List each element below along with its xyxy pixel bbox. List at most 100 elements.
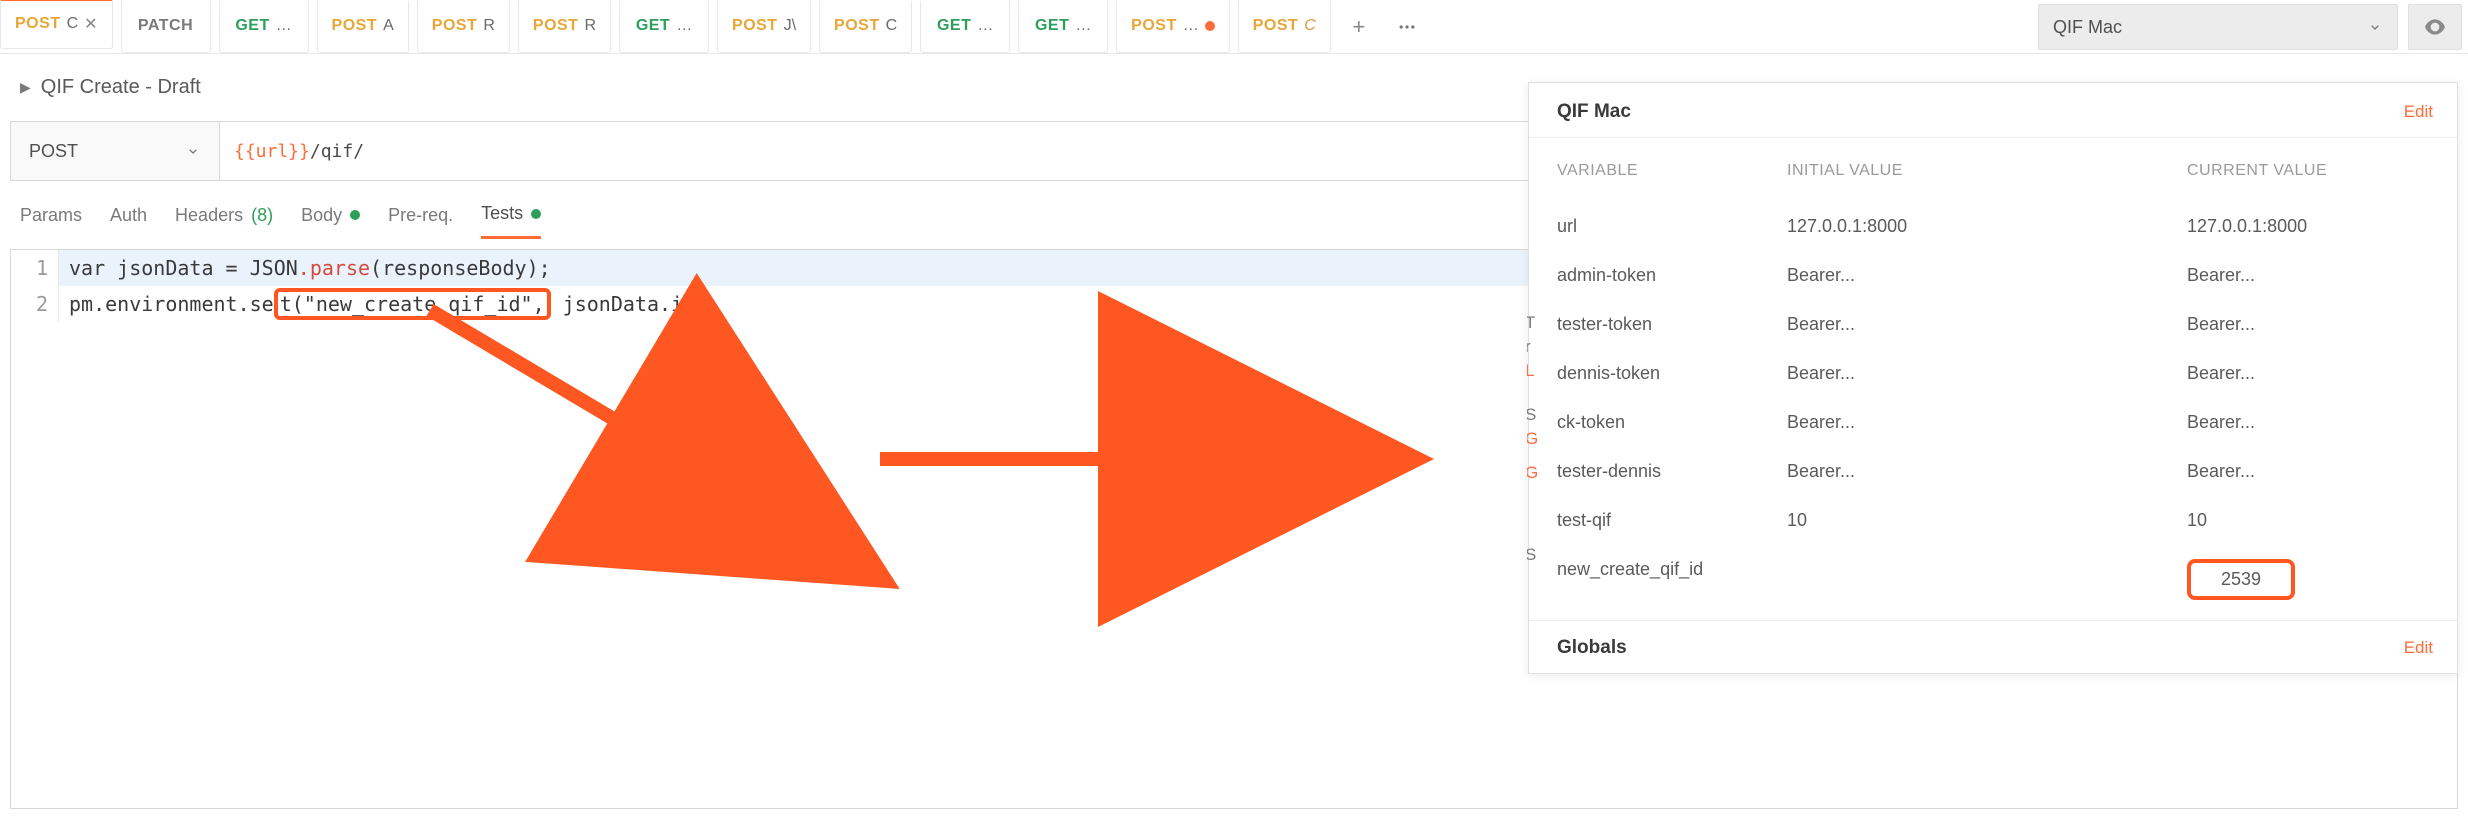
- environment-selector-label: QIF Mac: [2053, 17, 2122, 38]
- request-tab[interactable]: POST R: [518, 1, 611, 53]
- tab-name: C: [67, 15, 79, 33]
- env-variable-name: url: [1557, 216, 1787, 237]
- env-variable-row: test-qif1010: [1557, 496, 2429, 545]
- environment-popover: T r L S G G S QIF Mac Edit VARIABLE INIT…: [1528, 82, 2458, 674]
- env-popover-footer: Globals Edit: [1529, 620, 2457, 673]
- request-tab[interactable]: POST A: [317, 1, 409, 53]
- tab-prerequest[interactable]: Pre-req.: [388, 205, 453, 238]
- new-tab-button[interactable]: +: [1339, 14, 1379, 40]
- request-tab[interactable]: POST C: [1238, 1, 1331, 53]
- env-initial-value: 127.0.0.1:8000: [1787, 216, 2187, 237]
- green-dot-icon: [350, 210, 360, 220]
- env-variable-row: dennis-tokenBearer...Bearer...: [1557, 349, 2429, 398]
- url-suffix: /qif/: [310, 141, 364, 162]
- request-tab[interactable]: POST …: [1116, 1, 1230, 53]
- th-initial: INITIAL VALUE: [1787, 162, 2187, 180]
- tab-name: C: [886, 17, 898, 35]
- env-variable-row: ck-tokenBearer...Bearer...: [1557, 398, 2429, 447]
- tab-tests[interactable]: Tests: [481, 203, 541, 239]
- env-initial-value: [1787, 559, 2187, 600]
- request-tab[interactable]: GET …: [1018, 1, 1108, 53]
- request-tab[interactable]: POST R: [417, 1, 510, 53]
- tab-name: R: [483, 17, 495, 35]
- tab-name: A: [383, 17, 394, 35]
- env-edit-link[interactable]: Edit: [2404, 102, 2433, 122]
- env-current-value: 10: [2187, 510, 2429, 531]
- tab-name: J\: [784, 17, 796, 35]
- chevron-down-icon: [185, 143, 201, 159]
- line-number: 1: [11, 250, 59, 286]
- env-variable-name: tester-dennis: [1557, 461, 1787, 482]
- globals-edit-link[interactable]: Edit: [2404, 638, 2433, 658]
- request-tab[interactable]: PATCH: [121, 1, 211, 53]
- env-current-value: Bearer...: [2187, 314, 2429, 335]
- method-label: GET: [235, 17, 269, 35]
- annotation-highlight-box: t("new_create_qif_id",: [274, 288, 551, 320]
- method-label: POST: [732, 17, 778, 35]
- env-variable-name: tester-token: [1557, 314, 1787, 335]
- method-label: GET: [937, 17, 971, 35]
- env-table-header: VARIABLE INITIAL VALUE CURRENT VALUE: [1557, 162, 2429, 180]
- env-variable-row: tester-tokenBearer...Bearer...: [1557, 300, 2429, 349]
- green-dot-icon: [531, 209, 541, 219]
- env-variable-row: url127.0.0.1:8000127.0.0.1:8000: [1557, 202, 2429, 251]
- globals-title: Globals: [1557, 637, 1627, 659]
- env-initial-value: Bearer...: [1787, 461, 2187, 482]
- method-label: PATCH: [138, 17, 193, 35]
- method-select[interactable]: POST: [10, 121, 220, 181]
- request-tab[interactable]: POST C ✕: [0, 0, 113, 49]
- env-current-value: Bearer...: [2187, 265, 2429, 286]
- method-label: POST: [432, 17, 478, 35]
- request-tab[interactable]: GET …: [219, 1, 309, 53]
- env-current-value: Bearer...: [2187, 363, 2429, 384]
- env-variables-table: VARIABLE INITIAL VALUE CURRENT VALUE url…: [1529, 138, 2457, 620]
- tabs-container: POST C✕PATCHGET …POST APOST RPOST RGET ……: [0, 1, 1331, 53]
- tab-auth[interactable]: Auth: [110, 205, 147, 238]
- env-current-value: 127.0.0.1:8000: [2187, 216, 2429, 237]
- method-label: POST: [332, 17, 378, 35]
- environment-selector[interactable]: QIF Mac: [2038, 4, 2398, 50]
- line-number: 2: [11, 286, 59, 322]
- method-label: POST: [834, 17, 880, 35]
- tab-name: R: [584, 17, 596, 35]
- tab-params[interactable]: Params: [20, 205, 82, 238]
- method-label: POST: [1131, 17, 1177, 35]
- env-popover-title: QIF Mac: [1557, 101, 1631, 123]
- method-label: GET: [636, 17, 670, 35]
- chevron-right-icon: ▶: [20, 79, 31, 96]
- env-variable-name: test-qif: [1557, 510, 1787, 531]
- request-tab[interactable]: GET …: [619, 1, 709, 53]
- tab-name: C: [1304, 17, 1316, 35]
- env-variable-row: tester-dennisBearer...Bearer...: [1557, 447, 2429, 496]
- request-tab[interactable]: GET …: [920, 1, 1010, 53]
- more-tabs-button[interactable]: [1387, 17, 1427, 37]
- env-current-value: Bearer...: [2187, 461, 2429, 482]
- page-title: QIF Create - Draft: [41, 76, 201, 99]
- env-initial-value: Bearer...: [1787, 265, 2187, 286]
- env-initial-value: Bearer...: [1787, 412, 2187, 433]
- env-initial-value: Bearer...: [1787, 314, 2187, 335]
- underlay-fragments: T r L S G G S: [1527, 83, 1541, 673]
- environment-quicklook-button[interactable]: [2408, 4, 2462, 50]
- env-initial-value: Bearer...: [1787, 363, 2187, 384]
- url-variable: {{url}}: [234, 141, 310, 162]
- tab-body[interactable]: Body: [301, 205, 360, 238]
- th-current: CURRENT VALUE: [2187, 162, 2429, 180]
- request-tab[interactable]: POST J\: [717, 1, 811, 53]
- tab-name: …: [276, 17, 292, 35]
- environment-toolbar: QIF Mac: [2038, 0, 2468, 54]
- annotation-highlight-box: 2539: [2187, 559, 2295, 600]
- method-label: POST: [1253, 17, 1299, 35]
- tab-headers[interactable]: Headers (8): [175, 205, 273, 238]
- env-variable-name: ck-token: [1557, 412, 1787, 433]
- tab-name: …: [676, 17, 692, 35]
- close-icon[interactable]: ✕: [84, 14, 97, 34]
- chevron-down-icon: [2367, 19, 2383, 35]
- method-label: GET: [1035, 17, 1069, 35]
- method-label: POST: [15, 15, 61, 33]
- env-variable-row: admin-tokenBearer...Bearer...: [1557, 251, 2429, 300]
- unsaved-dot-icon: [1205, 21, 1215, 31]
- eye-icon: [2422, 14, 2448, 40]
- env-initial-value: 10: [1787, 510, 2187, 531]
- request-tab[interactable]: POST C: [819, 1, 912, 53]
